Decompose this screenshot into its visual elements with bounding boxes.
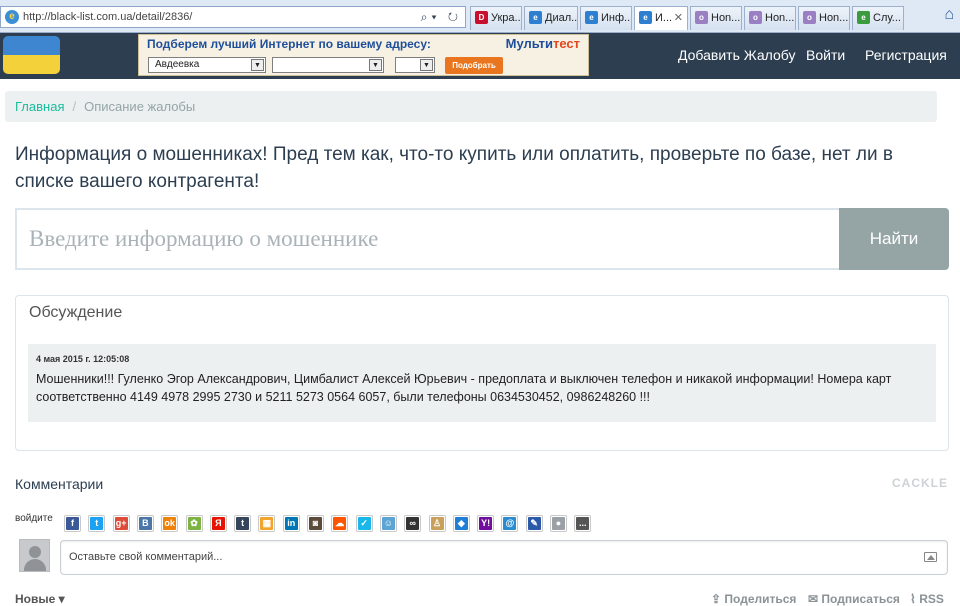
breadcrumb: Главная / Описание жалобы: [5, 91, 937, 122]
address-url[interactable]: http://black-list.com.ua/detail/2836/: [23, 11, 192, 23]
linkedin-icon[interactable]: in: [282, 515, 300, 532]
windows-live-icon[interactable]: ▦: [258, 515, 276, 532]
anonymous-icon[interactable]: ●: [550, 515, 567, 532]
address-bar[interactable]: e http://black-list.com.ua/detail/2836/ …: [0, 6, 466, 28]
address-buttons[interactable]: ⌕▾ ↻: [421, 7, 462, 27]
nav-login[interactable]: Войти: [806, 47, 845, 63]
comment-input[interactable]: Оставьте свой комментарий...: [60, 540, 948, 575]
yandex-icon[interactable]: Я: [209, 515, 227, 532]
openid-icon[interactable]: ✎: [525, 515, 543, 532]
chevron-down-icon: ▼: [369, 59, 382, 71]
discussion-panel: Обсуждение 4 мая 2015 г. 12:05:08 Мошенн…: [15, 295, 949, 451]
nav-register[interactable]: Регистрация: [865, 47, 947, 63]
ie-icon: e: [5, 10, 19, 24]
nav-add-complaint[interactable]: Добавить Жалобу: [678, 47, 795, 63]
ad-brand: Мультитест: [505, 36, 580, 51]
breadcrumb-home[interactable]: Главная: [15, 99, 64, 114]
email-icon[interactable]: @: [501, 515, 519, 532]
vimeo-icon[interactable]: ✓: [355, 515, 373, 532]
tab-favicon-icon: e: [529, 11, 542, 24]
browser-tab[interactable]: o Hon...: [690, 6, 742, 30]
search-input[interactable]: Введите информацию о мошеннике: [15, 208, 840, 270]
image-upload-icon[interactable]: [924, 552, 937, 562]
comment-placeholder: Оставьте свой комментарий...: [69, 551, 223, 563]
instagram-icon[interactable]: ◙: [307, 515, 324, 532]
ad-title: Подберем лучший Интернет по вашему адрес…: [147, 37, 431, 51]
post-text: Мошенники!!! Гуленко Эгор Александрович,…: [36, 372, 892, 404]
browser-tab[interactable]: o Hon...: [744, 6, 796, 30]
chevron-down-icon: ▼: [251, 59, 264, 71]
ukraine-flag-logo[interactable]: [3, 36, 60, 74]
mail-agent-icon[interactable]: ✿: [185, 515, 203, 532]
browser-tab[interactable]: e Диал...: [524, 6, 578, 30]
tab-favicon-icon: o: [803, 11, 816, 24]
chevron-down-icon: ▼: [420, 59, 433, 71]
dropbox-icon[interactable]: ◆: [452, 515, 470, 532]
tab-favicon-icon: o: [749, 11, 762, 24]
ad-street-select[interactable]: ▼: [272, 57, 384, 73]
facebook-icon[interactable]: f: [64, 515, 81, 532]
ad-house-select[interactable]: ▼: [395, 57, 435, 73]
soundcloud-icon[interactable]: ☁: [331, 515, 349, 532]
search-button[interactable]: Найти: [839, 208, 949, 270]
browser-tab[interactable]: D Укра...: [470, 6, 522, 30]
tumblr-icon[interactable]: t: [234, 515, 252, 532]
browser-tab[interactable]: o Hon...: [798, 6, 850, 30]
login-label: войдите: [15, 513, 53, 524]
odnoklassniki-icon[interactable]: ok: [161, 515, 179, 532]
page-headline: Информация о мошенниках! Пред тем как, ч…: [15, 144, 893, 192]
cackle-logo[interactable]: CACKLE: [892, 476, 948, 490]
ad-submit-button[interactable]: Подобрать: [445, 57, 503, 74]
tab-favicon-icon: o: [695, 11, 708, 24]
home-icon[interactable]: ⌂: [944, 6, 954, 24]
browser-tab[interactable]: e Слу...: [852, 6, 904, 30]
avatar: [19, 539, 50, 572]
complaint-post: 4 мая 2015 г. 12:05:08 Мошенники!!! Гуле…: [28, 344, 936, 422]
browser-tab-active[interactable]: e И... ✕: [634, 6, 688, 30]
share-icon: ⇪: [711, 592, 722, 606]
ad-banner[interactable]: Подберем лучший Интернет по вашему адрес…: [138, 34, 589, 76]
tab-favicon-icon: e: [585, 11, 598, 24]
envelope-icon: ✉: [808, 592, 819, 606]
breadcrumb-current: Описание жалобы: [84, 99, 196, 114]
twitter-icon[interactable]: t: [88, 515, 106, 532]
more-icon[interactable]: ...: [574, 515, 592, 532]
flickr-icon[interactable]: ∞: [404, 515, 422, 532]
browser-toolbar: e http://black-list.com.ua/detail/2836/ …: [0, 0, 960, 33]
rss-link[interactable]: ⌇ RSS: [910, 592, 944, 606]
browser-tab[interactable]: e Инф...: [580, 6, 632, 30]
sort-dropdown[interactable]: Новые ▾: [15, 592, 65, 606]
share-link[interactable]: ⇪ Поделиться: [711, 592, 796, 606]
site-header: Подберем лучший Интернет по вашему адрес…: [0, 33, 960, 79]
tab-favicon-icon: D: [475, 11, 488, 24]
yahoo-messenger-icon[interactable]: ☺: [379, 515, 397, 532]
tab-favicon-icon: e: [639, 11, 652, 24]
lastfm-icon[interactable]: ♙: [428, 515, 446, 532]
caret-down-icon: ▾: [58, 592, 65, 606]
post-date: 4 мая 2015 г. 12:05:08: [36, 354, 130, 364]
yahoo-icon[interactable]: Y!: [477, 515, 495, 532]
vkontakte-icon[interactable]: B: [136, 515, 154, 532]
ad-city-select[interactable]: Авдеевка ▼: [148, 57, 266, 73]
subscribe-link[interactable]: ✉ Подписаться: [808, 592, 900, 606]
tab-favicon-icon: e: [857, 11, 870, 24]
google-plus-icon[interactable]: g+: [112, 515, 130, 532]
rss-icon: ⌇: [910, 592, 916, 606]
discussion-title: Обсуждение: [29, 304, 123, 321]
breadcrumb-separator: /: [72, 99, 77, 114]
comments-title: Комментарии: [15, 476, 104, 492]
tab-close-icon[interactable]: ✕: [674, 7, 683, 29]
